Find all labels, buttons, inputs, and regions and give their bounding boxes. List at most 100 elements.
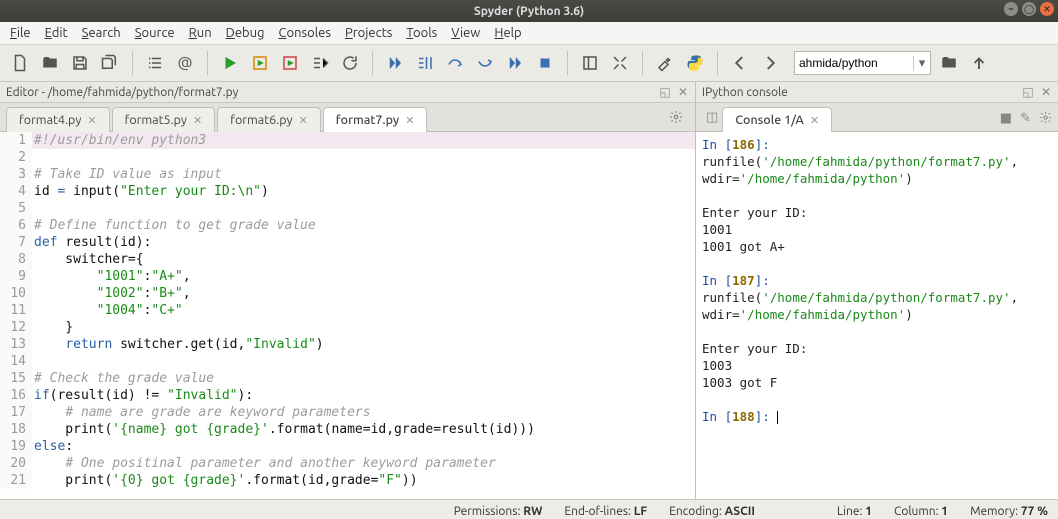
window-maximize-button[interactable]: ◯ [1022,2,1036,16]
code-content[interactable]: # name are grade are keyword parameters [32,404,371,421]
menu-tools[interactable]: Tools [406,26,437,40]
menu-search[interactable]: Search [82,26,121,40]
run-button[interactable] [218,51,242,75]
debug-stop-button[interactable] [533,51,557,75]
code-content[interactable] [32,353,34,370]
menu-consoles[interactable]: Consoles [279,26,331,40]
code-line[interactable]: 1#!/usr/bin/env python3 [0,132,695,149]
menu-help[interactable]: Help [494,26,521,40]
code-content[interactable]: # One positinal parameter and another ke… [32,455,496,472]
undock-icon[interactable]: ◱ [1022,86,1034,98]
gear-icon[interactable] [1039,111,1052,127]
code-line[interactable]: 19else: [0,438,695,455]
code-line[interactable]: 13 return switcher.get(id,"Invalid") [0,336,695,353]
close-panel-icon[interactable]: ✕ [1040,86,1052,98]
edit-icon[interactable]: ✎ [1020,111,1031,127]
close-panel-icon[interactable]: ✕ [677,86,689,98]
menu-view[interactable]: View [451,26,480,40]
code-content[interactable]: def result(id): [32,234,151,251]
close-icon[interactable]: ✕ [299,114,308,127]
code-line[interactable]: 16if(result(id) != "Invalid"): [0,387,695,404]
run-cell-advance-button[interactable] [278,51,302,75]
code-content[interactable]: print('{0} got {grade}'.format(id,grade=… [32,472,418,489]
menu-run[interactable]: Run [189,26,212,40]
menu-edit[interactable]: Edit [45,26,68,40]
code-line[interactable]: 11 "1004":"C+" [0,302,695,319]
code-line[interactable]: 20 # One positinal parameter and another… [0,455,695,472]
code-line[interactable]: 12 } [0,319,695,336]
parent-dir-button[interactable] [967,51,991,75]
console-options-icon[interactable]: ◫ [702,106,722,129]
at-button[interactable]: @ [173,51,197,75]
save-all-button[interactable] [98,51,122,75]
code-content[interactable]: # Take ID value as input [32,166,222,183]
console-line[interactable]: In [188]: [702,408,1052,425]
menu-file[interactable]: File [10,26,31,40]
chevron-down-icon[interactable]: ▾ [913,56,930,71]
code-line[interactable]: 14 [0,353,695,370]
gear-icon[interactable] [663,106,689,131]
tab-console[interactable]: Console 1/A ✕ [722,107,832,132]
debug-out-button[interactable] [473,51,497,75]
run-cell-button[interactable] [248,51,272,75]
code-content[interactable]: } [32,319,73,336]
working-dir-input[interactable] [795,53,913,73]
debug-into-button[interactable] [413,51,437,75]
code-line[interactable]: 4id = input("Enter your ID:\n") [0,183,695,200]
pythonpath-button[interactable] [683,51,707,75]
debug-over-button[interactable] [443,51,467,75]
code-content[interactable]: "1004":"C+" [32,302,183,319]
code-content[interactable]: # Check the grade value [32,370,214,387]
close-icon[interactable]: ✕ [193,114,202,127]
menu-projects[interactable]: Projects [345,26,392,40]
preferences-button[interactable] [653,51,677,75]
back-button[interactable] [728,51,752,75]
code-line[interactable]: 6# Define function to get grade value [0,217,695,234]
code-content[interactable]: switcher={ [32,251,144,268]
code-content[interactable]: return switcher.get(id,"Invalid") [32,336,324,353]
menu-source[interactable]: Source [135,26,175,40]
code-line[interactable]: 18 print('{name} got {grade}'.format(nam… [0,421,695,438]
close-icon[interactable]: ✕ [810,114,819,127]
rerun-button[interactable] [338,51,362,75]
code-line[interactable]: 17 # name are grade are keyword paramete… [0,404,695,421]
code-line[interactable]: 15# Check the grade value [0,370,695,387]
code-content[interactable] [32,149,34,166]
fullscreen-button[interactable] [608,51,632,75]
debug-continue-button[interactable] [503,51,527,75]
code-content[interactable]: # Define function to get grade value [32,217,316,234]
list-button[interactable] [143,51,167,75]
debug-step-button[interactable] [383,51,407,75]
window-close-button[interactable]: ✕ [1040,2,1054,16]
code-content[interactable]: id = input("Enter your ID:\n") [32,183,269,200]
working-dir-box[interactable]: ▾ [794,51,931,75]
code-content[interactable]: if(result(id) != "Invalid"): [32,387,253,404]
code-content[interactable]: #!/usr/bin/env python3 [32,132,206,149]
new-file-button[interactable] [8,51,32,75]
menu-debug[interactable]: Debug [226,26,265,40]
undock-icon[interactable]: ◱ [659,86,671,98]
code-line[interactable]: 7def result(id): [0,234,695,251]
run-selection-button[interactable] [308,51,332,75]
code-content[interactable]: else: [32,438,73,455]
code-editor[interactable]: 1#!/usr/bin/env python323# Take ID value… [0,132,695,499]
code-line[interactable]: 9 "1001":"A+", [0,268,695,285]
code-line[interactable]: 21 print('{0} got {grade}'.format(id,gra… [0,472,695,489]
console-output[interactable]: In [186]: runfile('/home/fahmida/python/… [696,132,1058,499]
code-content[interactable]: print('{name} got {grade}'.format(name=i… [32,421,535,438]
save-button[interactable] [68,51,92,75]
browse-dir-button[interactable] [937,51,961,75]
code-content[interactable] [32,200,34,217]
open-file-button[interactable] [38,51,62,75]
code-line[interactable]: 8 switcher={ [0,251,695,268]
code-content[interactable]: "1001":"A+", [32,268,191,285]
code-line[interactable]: 10 "1002":"B+", [0,285,695,302]
code-content[interactable]: "1002":"B+", [32,285,191,302]
stop-icon[interactable]: ■ [1000,111,1012,127]
close-icon[interactable]: ✕ [405,114,414,127]
tab-format7-py[interactable]: format7.py✕ [323,107,428,132]
window-minimize-button[interactable]: – [1004,2,1018,16]
tab-format6-py[interactable]: format6.py✕ [217,107,321,132]
close-icon[interactable]: ✕ [87,114,96,127]
code-line[interactable]: 3# Take ID value as input [0,166,695,183]
